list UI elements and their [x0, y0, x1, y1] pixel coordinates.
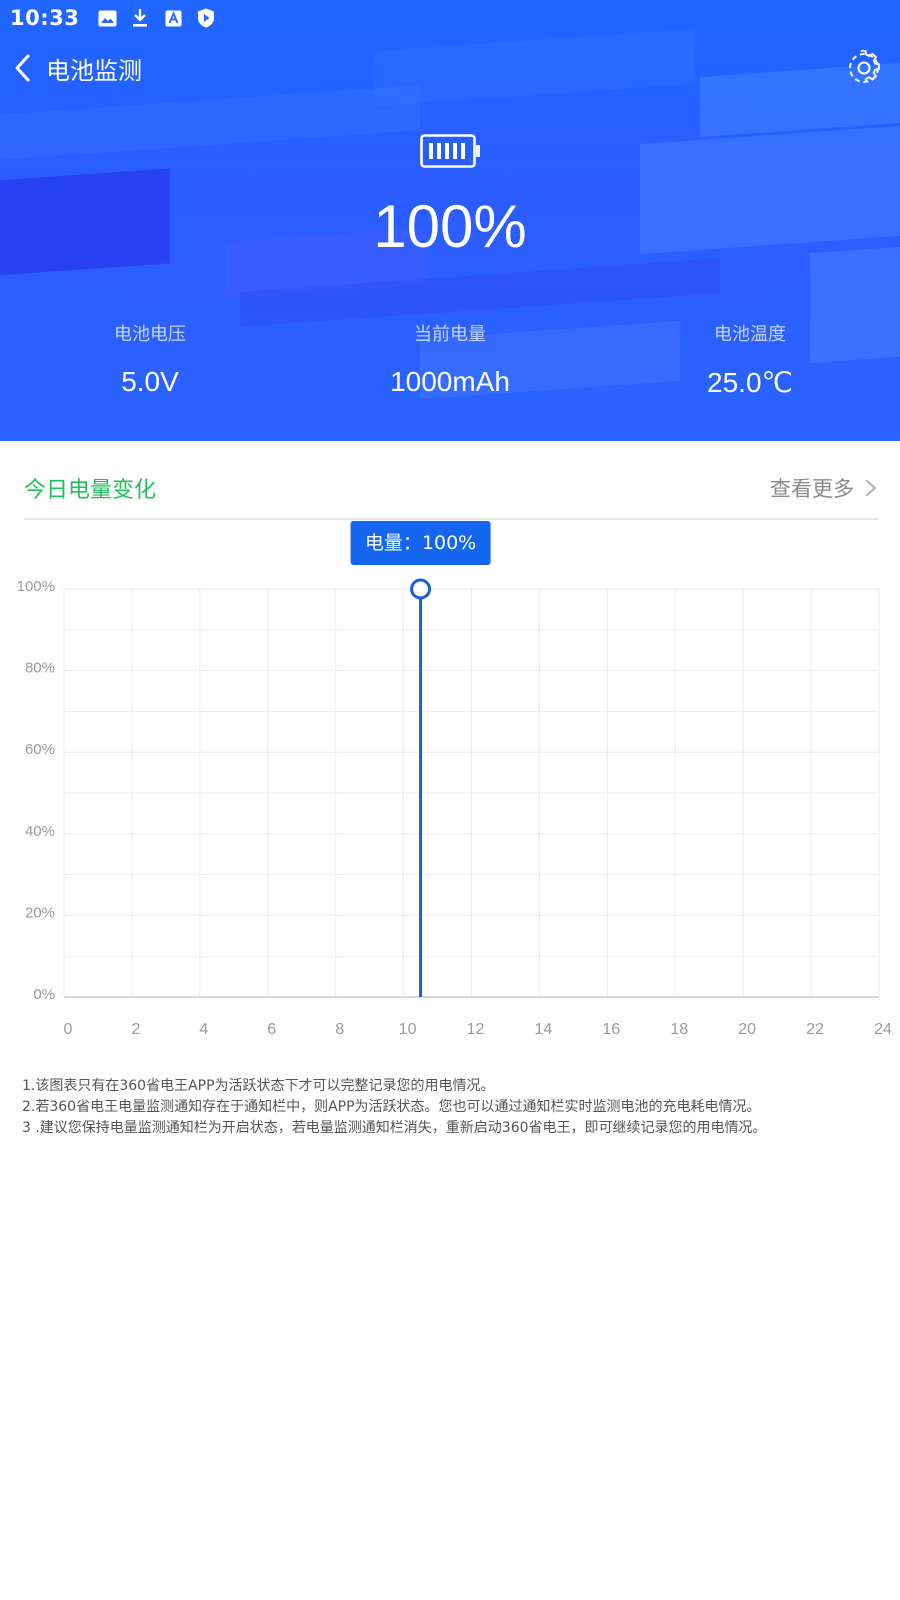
page-title: 电池监测 — [46, 56, 142, 85]
stat-value: 25.0℃ — [707, 367, 793, 398]
x-tick-label: 16 — [602, 1021, 620, 1038]
y-tick-label: 100% — [17, 578, 55, 595]
x-tick-label: 12 — [467, 1021, 485, 1038]
stat-value: 1000mAh — [390, 366, 510, 397]
back-button[interactable] — [0, 40, 46, 96]
x-tick-label: 4 — [199, 1021, 208, 1038]
top-app-bar: 电池监测 — [0, 40, 900, 96]
x-tick-label: 0 — [64, 1021, 73, 1038]
battery-level-chart: 0% 20% 40% 60% 80% 100% 0 2 4 6 8 10 12 14 16 18 20 22 24 电… — [0, 518, 900, 1038]
x-tick-label: 18 — [670, 1021, 688, 1038]
status-time: 10:33 — [10, 6, 80, 30]
x-tick-label: 20 — [738, 1021, 756, 1038]
chart-svg: 0%20%40%60%80%100%0 2 4 6 8 10 12 14 16 18 20 22 24电… — [17, 521, 892, 1038]
view-more-link[interactable]: 查看更多 — [770, 473, 878, 503]
stat-label: 电池电压 — [114, 324, 186, 345]
y-tick-label: 0% — [33, 986, 55, 1003]
x-tick-label: 6 — [267, 1021, 276, 1038]
today-usage-header: 今日电量变化 查看更多 — [24, 458, 878, 520]
tooltip-label: 电量：100% — [365, 532, 476, 554]
battery-full-icon — [420, 134, 482, 168]
note-line: 2.若360省电王电量监测通知存在于通知栏中，则APP为活跃状态。您也可以通过通… — [22, 1099, 761, 1115]
stat-label: 电池温度 — [714, 324, 786, 345]
status-bar: 10:33 — [0, 0, 900, 36]
note-line: 1.该图表只有在360省电王APP为活跃状态下才可以完整记录您的用电情况。 — [22, 1078, 495, 1094]
gear-icon — [849, 49, 880, 83]
battery-percentage: 100% — [373, 193, 527, 260]
x-tick-label: 2 — [131, 1021, 140, 1038]
x-tick-label: 14 — [535, 1021, 553, 1038]
view-more-label: 查看更多 — [770, 477, 854, 501]
section-title: 今日电量变化 — [24, 478, 157, 503]
settings-button[interactable] — [846, 49, 882, 86]
font-icon — [163, 8, 183, 28]
stat-value: 5.0V — [121, 366, 179, 397]
stat-label: 当前电量 — [414, 324, 486, 345]
image-icon — [97, 8, 117, 28]
y-tick-label: 20% — [25, 904, 55, 921]
x-tick-label: 10 — [399, 1021, 417, 1038]
download-icon — [130, 8, 150, 28]
note-line: 3 .建议您保持电量监测通知栏为开启状态，若电量监测通知栏消失，重新启动360省… — [22, 1120, 767, 1136]
play-shield-icon — [196, 8, 216, 28]
x-tick-label: 8 — [335, 1021, 344, 1038]
stat-temperature: 电池温度 25.0℃ — [600, 320, 900, 399]
stat-voltage: 电池电压 5.0V — [0, 320, 300, 398]
y-tick-label: 40% — [25, 823, 55, 840]
y-tick-label: 60% — [25, 741, 55, 758]
y-tick-label: 80% — [25, 660, 55, 677]
data-point — [410, 578, 432, 600]
stat-capacity: 当前电量 1000mAh — [300, 320, 600, 398]
x-tick-label: 22 — [806, 1021, 824, 1038]
x-tick-label: 24 — [874, 1021, 892, 1038]
chevron-right-icon — [866, 480, 877, 496]
chart-notes: 1.该图表只有在360省电王APP为活跃状态下才可以完整记录您的用电情况。 2.… — [22, 1076, 882, 1139]
decor-shape — [0, 85, 420, 160]
chevron-left-icon — [15, 54, 30, 82]
battery-stats: 电池电压 5.0V 当前电量 1000mAh 电池温度 25.0℃ — [0, 320, 900, 410]
